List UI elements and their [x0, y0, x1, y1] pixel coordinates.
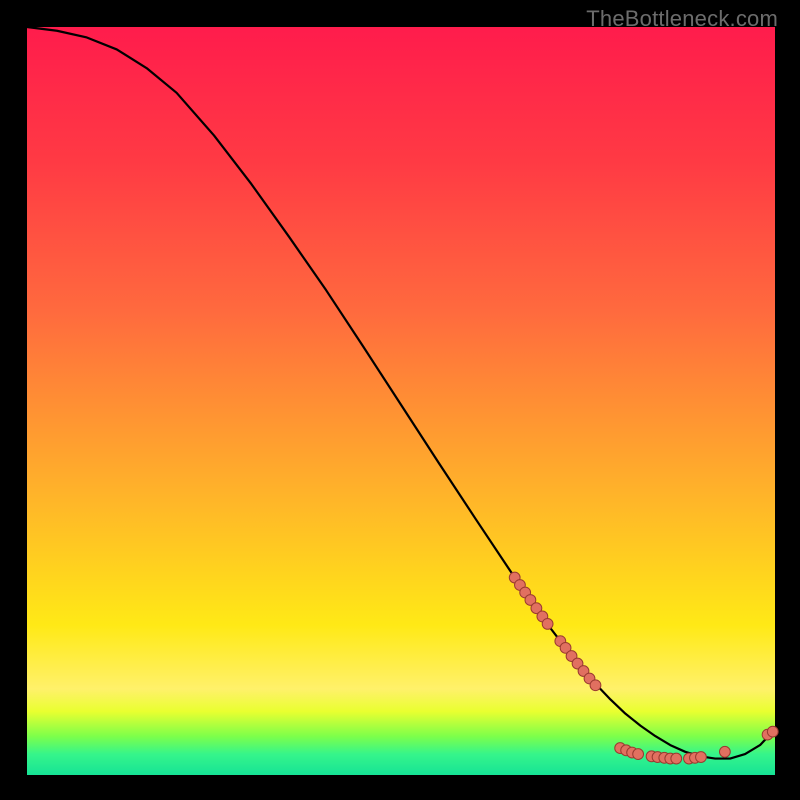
curve-marker [671, 753, 682, 764]
curve-marker [542, 619, 553, 630]
plot-area [27, 27, 775, 775]
curve-marker [719, 746, 730, 757]
bottleneck-curve [27, 27, 775, 759]
curve-marker [767, 726, 778, 737]
curve-marker [696, 752, 707, 763]
chart-frame: TheBottleneck.com [0, 0, 800, 800]
curve-marker [590, 680, 601, 691]
curve-markers [509, 572, 778, 764]
plot-svg [27, 27, 775, 775]
curve-marker [633, 749, 644, 760]
